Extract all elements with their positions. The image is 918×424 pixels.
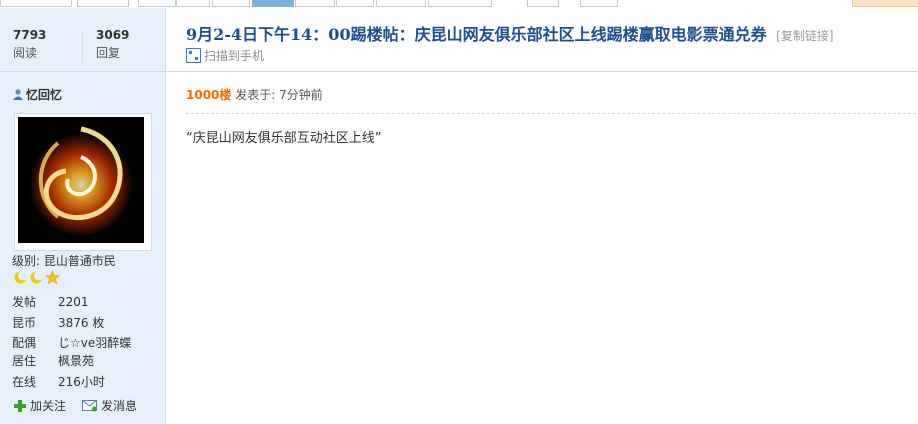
plus-icon: [14, 399, 26, 412]
thread-title-row: 9月2-4日下午14：00踢楼帖：庆昆山网友俱乐部社区上线踢楼赢取电影票通兑券 …: [186, 21, 834, 45]
avatar[interactable]: [14, 113, 152, 251]
field-value: 3876 枚: [58, 316, 105, 330]
scan-to-phone[interactable]: 扫描到手机: [186, 47, 264, 64]
envelope-icon: [82, 400, 98, 412]
page-tab[interactable]: [428, 0, 492, 7]
page-tab[interactable]: [336, 0, 374, 7]
thread-title[interactable]: 9月2-4日下午14：00踢楼帖：庆昆山网友俱乐部社区上线踢楼赢取电影票通兑券: [186, 25, 767, 44]
phoenix-avatar-image: [18, 117, 144, 243]
moon-icon: [30, 270, 44, 284]
author-field-row: 发帖 2201: [12, 293, 89, 310]
post-time: 发表于: 7分钟前: [235, 88, 323, 102]
page-tab[interactable]: [77, 0, 129, 7]
views-count: 7793: [13, 28, 47, 42]
thread-stats: 7793 阅读 3069 回复: [0, 8, 165, 72]
author-field-row: 在线 216小时: [12, 373, 105, 390]
page-tab[interactable]: [376, 0, 426, 7]
field-key: 在线: [12, 375, 37, 389]
author-name-row[interactable]: 忆回忆: [13, 86, 62, 103]
field-value[interactable]: 2201: [58, 295, 89, 309]
send-message-button[interactable]: 发消息: [82, 397, 137, 414]
page-tab[interactable]: [0, 0, 72, 7]
level-stars: [13, 270, 60, 285]
author-field-row: 昆币 3876 枚: [12, 314, 104, 331]
page-tab[interactable]: [138, 0, 176, 7]
author-name[interactable]: 忆回忆: [26, 86, 62, 103]
level-label: 级别:: [12, 254, 41, 268]
copy-link-button[interactable]: [复制链接]: [776, 29, 833, 43]
post-meta: 1000楼 发表于: 7分钟前: [186, 86, 323, 103]
stats-divider: [82, 30, 83, 62]
field-key: 配偶: [12, 336, 37, 350]
field-key: 昆币: [12, 316, 37, 330]
author-level: 级别: 昆山普通市民: [12, 252, 116, 269]
floor-number[interactable]: 1000楼: [186, 88, 231, 102]
author-field-row: 配偶 じ☆ve羽醉蝶: [12, 334, 131, 351]
views-stat: 7793 阅读: [13, 28, 93, 61]
page-tab[interactable]: [295, 0, 335, 7]
field-value: 216小时: [58, 375, 105, 389]
field-value[interactable]: じ☆ve羽醉蝶: [58, 336, 131, 350]
page-tab[interactable]: [176, 0, 210, 7]
scan-to-phone-label: 扫描到手机: [204, 49, 265, 63]
star-icon: [45, 270, 60, 285]
replies-stat: 3069 回复: [96, 28, 176, 61]
go-button[interactable]: [580, 0, 618, 7]
level-value: 昆山普通市民: [43, 254, 116, 268]
views-label: 阅读: [13, 46, 38, 60]
field-key: 发帖: [12, 295, 37, 309]
author-field-row: 居住 枫景苑: [12, 352, 94, 369]
user-icon: [13, 89, 23, 100]
post-divider: [186, 113, 916, 114]
follow-label: 加关注: [30, 399, 67, 413]
field-value: 枫景苑: [58, 354, 95, 368]
page-tab-current[interactable]: [252, 0, 294, 7]
moon-icon: [14, 270, 28, 284]
field-key: 居住: [12, 354, 37, 368]
replies-count: 3069: [96, 28, 130, 42]
follow-button[interactable]: 加关注: [13, 397, 66, 414]
post-content: “庆昆山网友俱乐部互动社区上线”: [186, 131, 382, 146]
page-input[interactable]: [527, 0, 559, 7]
author-actions: 加关注 发消息: [13, 397, 137, 414]
pagination-strip: [0, 0, 918, 8]
page-tab[interactable]: [212, 0, 250, 7]
qr-code-icon: [186, 48, 201, 63]
replies-label: 回复: [96, 46, 121, 60]
send-message-label: 发消息: [101, 399, 138, 413]
reply-button[interactable]: [852, 0, 918, 7]
